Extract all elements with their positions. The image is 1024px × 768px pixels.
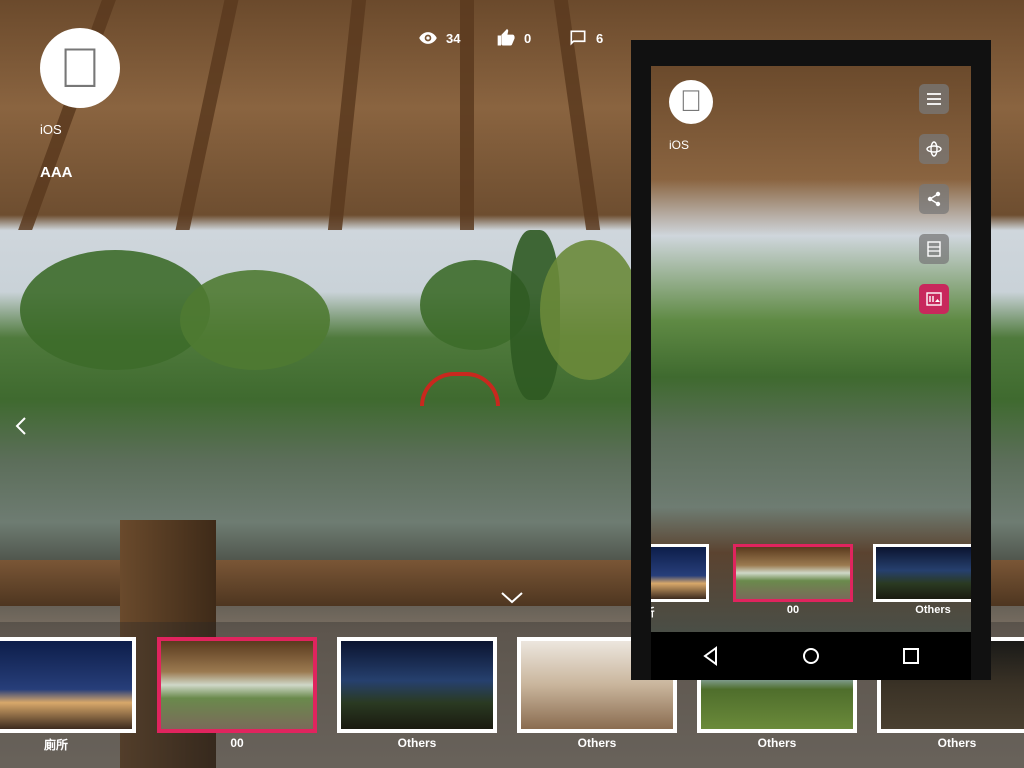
- thumbnail-label: Others: [397, 736, 437, 750]
- gallery-button[interactable]: [919, 284, 949, 314]
- views-counter: 34: [418, 28, 460, 48]
- likes-count: 0: [524, 30, 532, 46]
- vr-view-icon: [927, 241, 941, 257]
- thumbnail[interactable]: [0, 637, 136, 733]
- roof-beam: [460, 0, 474, 230]
- phone-screen[interactable]:  iOS 所 00 Others: [651, 66, 971, 632]
- red-bridge: [420, 372, 500, 406]
- tree: [540, 240, 640, 380]
- tree: [180, 270, 330, 370]
- gyroscope-button[interactable]: [919, 134, 949, 164]
- roof-beam: [327, 0, 367, 230]
- phone-user-platform: iOS: [669, 138, 690, 152]
- gyroscope-icon: [926, 141, 942, 157]
- share-button[interactable]: [919, 184, 949, 214]
- phone-thumbnail-label: 所: [651, 604, 709, 620]
- thumbnail-label: 00: [230, 736, 244, 750]
- collapse-chevron-icon[interactable]: [500, 588, 524, 608]
- gallery-icon: [926, 292, 942, 306]
- thumbnail-label: 廁所: [43, 738, 68, 752]
- roof-beam: [175, 0, 239, 230]
- home-icon[interactable]: [799, 644, 823, 668]
- apple-logo-icon: : [59, 40, 101, 96]
- apple-logo-icon: : [680, 87, 703, 117]
- views-count: 34: [446, 30, 461, 46]
- menu-button[interactable]: [919, 84, 949, 114]
- phone-thumbnail-label: Others: [915, 604, 951, 616]
- phone-avatar[interactable]: : [669, 80, 713, 124]
- thumbnail[interactable]: [337, 637, 497, 733]
- like-button[interactable]: 0: [496, 28, 531, 48]
- share-icon: [927, 191, 941, 207]
- back-icon[interactable]: [699, 644, 723, 668]
- user-platform: iOS: [40, 122, 62, 137]
- avatar[interactable]: : [40, 28, 120, 108]
- thumbnail-active[interactable]: [157, 637, 317, 733]
- comments-button[interactable]: 6: [568, 28, 603, 48]
- thumbnail-label: Others: [577, 736, 617, 750]
- comments-count: 6: [596, 30, 604, 46]
- user-name: AAA: [40, 164, 73, 181]
- phone-thumbnail[interactable]: [651, 544, 709, 602]
- eye-icon: [419, 32, 437, 44]
- previous-arrow-icon[interactable]: [14, 416, 28, 436]
- android-nav-bar: [651, 632, 971, 680]
- thumbs-up-icon: [497, 28, 515, 46]
- thumbnail-label: Others: [757, 736, 797, 750]
- thumbnail-label: Others: [937, 736, 977, 750]
- comment-icon: [570, 30, 586, 46]
- phone-thumbnail-active[interactable]: [733, 544, 853, 602]
- phone-thumbnail[interactable]: [873, 544, 971, 602]
- menu-icon: [927, 93, 941, 105]
- phone-thumbnail-label: 00: [786, 604, 800, 616]
- vr-view-button[interactable]: [919, 234, 949, 264]
- recents-icon[interactable]: [899, 644, 923, 668]
- phone-preview:  iOS 所 00 Others: [631, 40, 991, 680]
